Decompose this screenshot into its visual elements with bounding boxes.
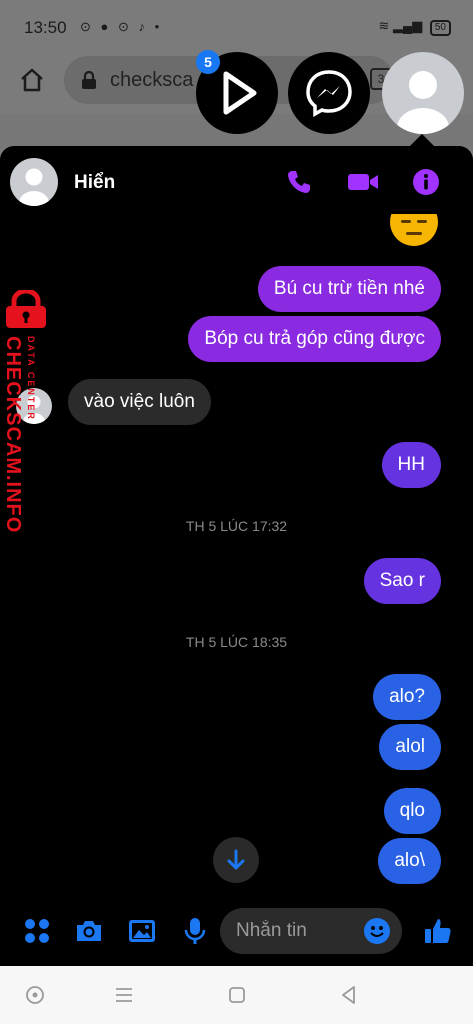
back-icon[interactable]	[338, 984, 360, 1006]
timestamp: TH 5 LÚC 18:35	[185, 634, 288, 650]
signal-icon: ▂▄▆	[393, 18, 423, 33]
assistant-icon[interactable]	[24, 984, 46, 1006]
messenger-icon	[306, 70, 352, 118]
panel-pointer	[410, 134, 434, 146]
status-time: 13:50	[24, 18, 67, 37]
status-right: ≋ ▂▄▆ 50	[378, 18, 451, 36]
outgoing-message[interactable]: HH	[381, 442, 441, 488]
video-call-icon[interactable]	[347, 168, 379, 196]
message-composer	[0, 896, 473, 966]
thumbs-up-icon[interactable]	[423, 916, 453, 946]
outgoing-message[interactable]: alol	[379, 724, 441, 770]
timestamp: TH 5 LÚC 17:32	[185, 518, 288, 534]
contact-name[interactable]: Hiển	[74, 172, 115, 194]
screen: 13:50 ⊙ ● ⊙ ♪ • ≋ ▂▄▆ 50 checksca 3 5 Hi…	[0, 0, 473, 1024]
emoji-reaction-icon	[390, 214, 438, 246]
unread-badge: 5	[196, 50, 220, 74]
url-text: checksca	[110, 69, 194, 91]
outgoing-message[interactable]: Bóp cu trả góp cũng được	[188, 316, 441, 362]
outgoing-message[interactable]: alo?	[373, 674, 441, 720]
contact-chat-head[interactable]	[382, 52, 464, 134]
camera-icon[interactable]	[74, 916, 104, 946]
menu-icon[interactable]	[113, 984, 135, 1006]
chat-header: Hiển	[0, 146, 473, 216]
lock-icon	[82, 70, 96, 89]
contact-avatar[interactable]	[10, 158, 58, 206]
gallery-icon[interactable]	[127, 916, 157, 946]
system-navigation-bar	[0, 966, 473, 1024]
info-icon[interactable]	[412, 168, 440, 196]
home-nav-icon[interactable]	[226, 984, 248, 1006]
outgoing-message[interactable]: Sao r	[363, 558, 441, 604]
chat-panel: Hiển Bú cu trừ tiền nhé Bóp cu trả góp c…	[0, 146, 473, 966]
scroll-to-bottom-button[interactable]	[213, 837, 259, 883]
phone-icon[interactable]	[285, 168, 313, 196]
battery-icon: 50	[429, 20, 451, 36]
incoming-message[interactable]: vào việc luôn	[68, 379, 211, 425]
emoji-icon[interactable]	[363, 917, 391, 945]
outgoing-message[interactable]: Bú cu trừ tiền nhé	[257, 266, 441, 312]
outgoing-message[interactable]: alo\	[378, 838, 441, 884]
microphone-icon[interactable]	[180, 916, 210, 946]
person-avatar-icon	[397, 71, 449, 134]
watermark: DATA CENTER CHECKSCAM.INFO	[2, 290, 52, 533]
watermark-subtitle: DATA CENTER	[26, 336, 36, 421]
home-icon[interactable]	[18, 66, 46, 94]
apps-grid-icon[interactable]	[22, 916, 52, 946]
watermark-title: CHECKSCAM.INFO	[2, 336, 24, 534]
outgoing-message[interactable]: qlo	[383, 788, 441, 834]
arrow-down-icon	[227, 849, 245, 870]
padlock-logo-icon	[6, 290, 46, 328]
messenger-chat-head[interactable]	[288, 52, 370, 134]
notification-icons: ⊙ ● ⊙ ♪ •	[80, 19, 163, 34]
wifi-icon: ≋	[378, 18, 390, 33]
status-bar: 13:50 ⊙ ● ⊙ ♪ • ≋ ▂▄▆ 50	[0, 0, 473, 50]
person-avatar-icon	[19, 168, 49, 206]
